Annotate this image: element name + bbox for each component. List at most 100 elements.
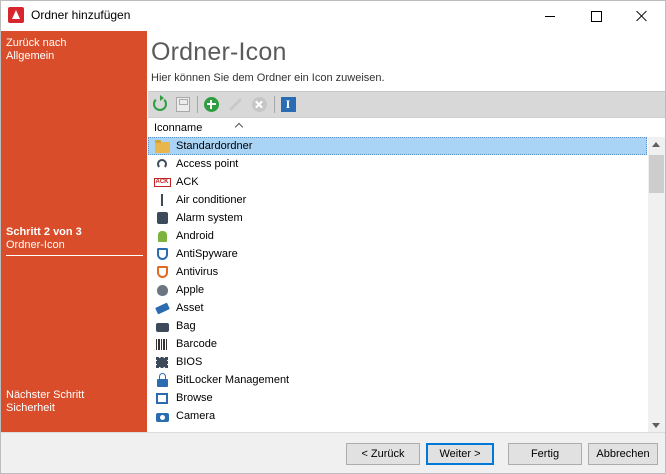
scroll-down-icon[interactable] [652, 423, 660, 428]
android-icon [154, 229, 170, 243]
next-step-name: Sicherheit [6, 402, 55, 414]
toolbar: I [148, 91, 665, 117]
air-conditioner-icon-glyph [161, 194, 163, 206]
list-item[interactable]: Antivirus [148, 263, 647, 281]
current-step: Schritt 2 von 3 Ordner-Icon [6, 226, 136, 252]
list-item-label: Camera [176, 410, 216, 422]
barcode-icon-glyph [156, 338, 168, 350]
info-button[interactable]: I [279, 95, 297, 113]
finish-button[interactable]: Fertig [508, 443, 582, 465]
list-item-label: BitLocker Management [176, 374, 290, 386]
back-link-line1: Zurück nach [6, 37, 67, 49]
column-header-iconname[interactable]: Iconname [148, 118, 647, 138]
camera-icon-glyph [155, 412, 169, 422]
list-item[interactable]: Apple [148, 281, 647, 299]
asset-icon [154, 301, 170, 315]
add-button[interactable] [202, 95, 220, 113]
asset-icon-glyph [154, 302, 170, 314]
list-item[interactable]: AntiSpyware [148, 245, 647, 263]
list-item-label: Android [176, 230, 214, 242]
list-item[interactable]: Standardordner [148, 137, 647, 155]
bitlocker-icon-glyph [156, 372, 168, 387]
refresh-button[interactable] [151, 95, 169, 113]
maximize-button[interactable] [573, 1, 619, 31]
title-bar: Ordner hinzufügen [1, 1, 665, 31]
list-item-label: Barcode [176, 338, 217, 350]
list-item[interactable]: BIOS [148, 353, 647, 371]
scroll-thumb[interactable] [649, 155, 664, 193]
list-item[interactable]: Alarm system [148, 209, 647, 227]
info-icon: I [280, 96, 296, 112]
alarm-system-icon [154, 211, 170, 225]
icon-list[interactable]: Iconname Standardordner Access point ACK AC… [148, 117, 665, 433]
edit-button[interactable] [226, 95, 244, 113]
folder-icon-glyph [154, 139, 170, 153]
window-title: Ordner hinzufügen [31, 8, 131, 22]
camera-icon [154, 409, 170, 423]
antivirus-icon [154, 265, 170, 279]
scroll-up-icon[interactable] [652, 142, 660, 147]
folder-icon [154, 139, 170, 153]
app-logo-icon [8, 7, 24, 23]
vertical-scrollbar[interactable] [648, 137, 665, 433]
toolbar-separator [197, 96, 198, 113]
bios-icon [154, 355, 170, 369]
next-button[interactable]: Weiter > [426, 443, 494, 465]
list-item[interactable]: Browse [148, 389, 647, 407]
list-item-label: Access point [176, 158, 239, 170]
back-button[interactable]: < Zurück [346, 443, 420, 465]
antispyware-icon [154, 247, 170, 261]
close-icon [636, 10, 648, 22]
maximize-icon [590, 10, 602, 22]
refresh-icon [153, 95, 167, 111]
list-item[interactable]: Asset [148, 299, 647, 317]
antivirus-icon-glyph [156, 266, 168, 278]
sort-ascending-icon [234, 122, 244, 132]
minimize-button[interactable] [527, 1, 573, 31]
antispyware-icon-glyph [156, 248, 168, 260]
bios-icon-glyph [156, 356, 168, 368]
list-item-label: Alarm system [176, 212, 243, 224]
list-item[interactable]: BitLocker Management [148, 371, 647, 389]
back-link-line2: Allgemein [6, 50, 55, 62]
list-item-label: Asset [176, 302, 204, 314]
column-header-label: Iconname [154, 122, 203, 134]
step-divider [6, 255, 143, 256]
android-icon-glyph [157, 230, 167, 242]
page-title: Ordner-Icon [151, 38, 287, 66]
close-button[interactable] [619, 1, 665, 31]
current-step-counter: Schritt 2 von 3 [6, 226, 82, 238]
list-item[interactable]: ACK ACK [148, 173, 647, 191]
list-item-label: Apple [176, 284, 205, 296]
save-icon [176, 96, 190, 112]
delete-icon [251, 96, 267, 112]
list-rows: Standardordner Access point ACK ACK Air cond… [148, 137, 647, 425]
add-icon [203, 96, 219, 112]
apple-icon-glyph [156, 284, 168, 296]
toolbar-separator [274, 96, 275, 113]
list-item[interactable]: Access point [148, 155, 647, 173]
cancel-button[interactable]: Abbrechen [588, 443, 658, 465]
page-description: Hier können Sie dem Ordner ein Icon zuwe… [151, 72, 385, 84]
ack-icon-glyph: ACK [153, 177, 171, 187]
apple-icon [154, 283, 170, 297]
ack-icon: ACK [153, 175, 171, 189]
browse-icon-glyph [156, 392, 168, 404]
wizard-sidebar: Zurück nach Allgemein Schritt 2 von 3 Or… [1, 31, 147, 432]
list-item[interactable]: Bag [148, 317, 647, 335]
pencil-icon [228, 97, 242, 111]
bitlocker-icon [154, 372, 170, 387]
list-item[interactable]: Android [148, 227, 647, 245]
delete-button[interactable] [250, 95, 268, 113]
dialog-window: Ordner hinzufügen Zurück nach Allgemein … [0, 0, 666, 474]
list-item-label: Antivirus [176, 266, 219, 278]
list-item[interactable]: Barcode [148, 335, 647, 353]
back-to-general-link[interactable]: Zurück nach Allgemein [6, 37, 136, 63]
list-item[interactable]: Camera [148, 407, 647, 425]
list-item[interactable]: Air conditioner [148, 191, 647, 209]
minimize-icon [545, 15, 555, 17]
list-item-label: Standardordner [176, 140, 253, 152]
browse-icon [154, 391, 170, 405]
bag-icon [154, 319, 170, 333]
save-button[interactable] [174, 95, 192, 113]
